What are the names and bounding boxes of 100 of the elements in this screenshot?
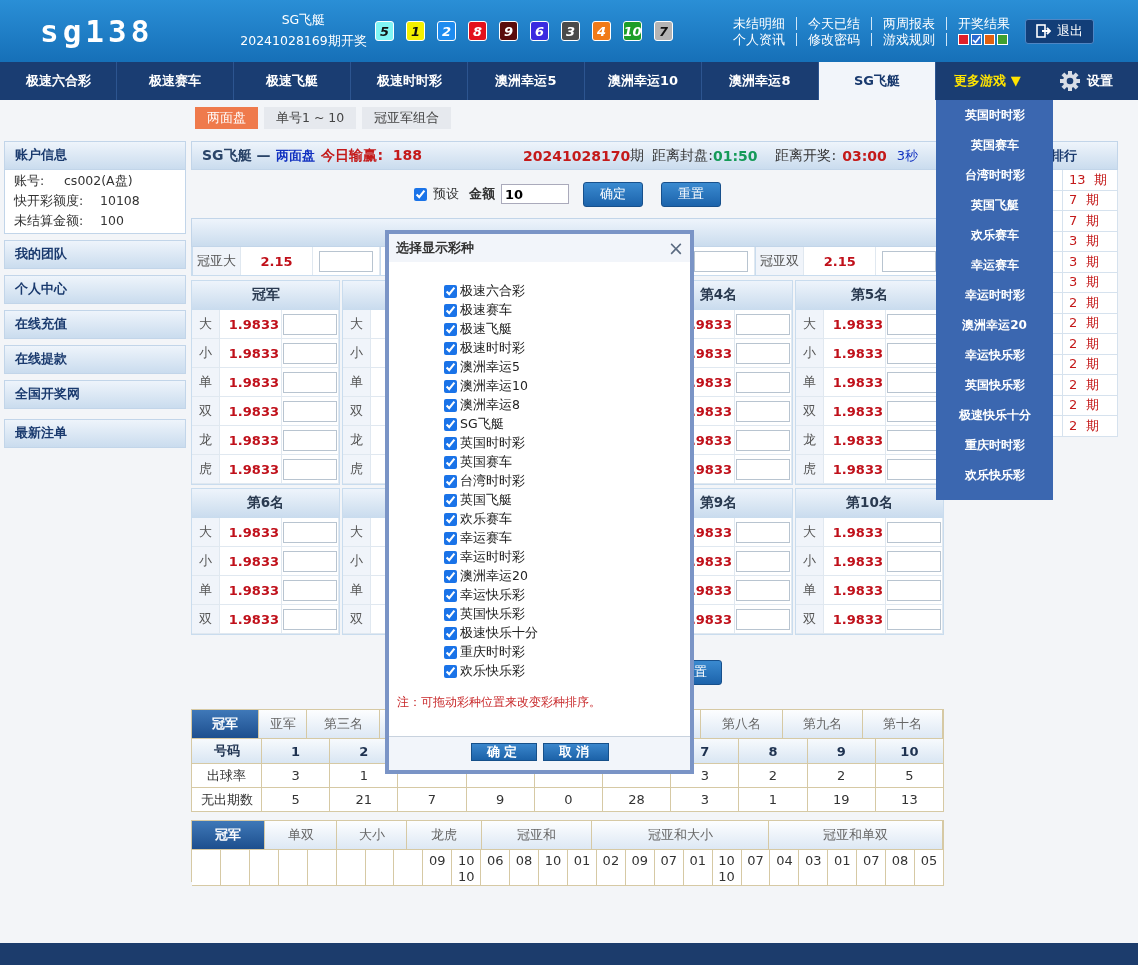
sidebar-item[interactable]: 全国开奖网: [4, 380, 186, 409]
bet-input[interactable]: [283, 313, 337, 335]
nav-tab[interactable]: 极速赛车: [117, 62, 234, 100]
theme-swatch[interactable]: [971, 33, 982, 45]
menu-item[interactable]: 欢乐赛车: [936, 220, 1053, 250]
nav-tab[interactable]: 澳洲幸运5: [468, 62, 585, 100]
bet-input[interactable]: [283, 550, 337, 572]
checkbox[interactable]: [444, 342, 457, 355]
logout-button[interactable]: 退出: [1025, 18, 1094, 44]
market-tab[interactable]: 单号1 ~ 10: [264, 107, 357, 129]
theme-swatch[interactable]: [958, 33, 969, 45]
bet-input[interactable]: [283, 579, 337, 601]
bet-input[interactable]: [736, 429, 790, 451]
checkbox[interactable]: [444, 532, 457, 545]
menu-item[interactable]: 澳洲幸运20: [936, 310, 1053, 340]
checkbox[interactable]: [444, 646, 457, 659]
stat-tab[interactable]: 亚军: [259, 710, 307, 738]
checkbox[interactable]: [444, 304, 457, 317]
checkbox[interactable]: [444, 418, 457, 431]
checkbox[interactable]: [444, 608, 457, 621]
checkbox[interactable]: [444, 665, 457, 678]
theme-swatch[interactable]: [997, 33, 1008, 45]
bet-input[interactable]: [736, 579, 790, 601]
bet-input[interactable]: [736, 371, 790, 393]
settings-button[interactable]: 设置: [1039, 62, 1113, 100]
bet-input[interactable]: [887, 579, 941, 601]
nav-tab[interactable]: SG飞艇: [819, 62, 936, 100]
checkbox[interactable]: [444, 513, 457, 526]
preset-checkbox[interactable]: [414, 187, 427, 201]
menu-item[interactable]: 欢乐快乐彩: [936, 460, 1053, 490]
bet-input[interactable]: [887, 550, 941, 572]
header-link[interactable]: 游戏规则: [871, 32, 946, 46]
header-link[interactable]: 今天已结: [796, 16, 871, 30]
action-button[interactable]: 重置: [661, 181, 721, 207]
sidebar-item[interactable]: 个人中心: [4, 275, 186, 304]
amount-field[interactable]: 10: [501, 184, 569, 204]
checkbox[interactable]: [444, 475, 457, 488]
bet-input[interactable]: [736, 608, 790, 630]
menu-item[interactable]: 极速快乐十分: [936, 400, 1053, 430]
header-link[interactable]: 未结明细: [733, 16, 796, 30]
close-button[interactable]: ×: [668, 238, 684, 258]
stat-tab[interactable]: 冠亚和大小: [592, 821, 769, 849]
sidebar-item[interactable]: 我的团队: [4, 240, 186, 269]
nav-tab[interactable]: 极速六合彩: [0, 62, 117, 100]
stat-tab[interactable]: 冠军: [192, 710, 259, 738]
sidebar-item[interactable]: 在线提款: [4, 345, 186, 374]
bet-input[interactable]: [283, 429, 337, 451]
stat-tab[interactable]: 冠亚和单双: [769, 821, 943, 849]
menu-item[interactable]: 英国时时彩: [936, 100, 1053, 130]
bet-input[interactable]: [283, 371, 337, 393]
checkbox[interactable]: [444, 589, 457, 602]
bet-input[interactable]: [694, 250, 749, 272]
stat-tab[interactable]: 第三名: [307, 710, 380, 738]
checkbox[interactable]: [444, 285, 457, 298]
checkbox[interactable]: [444, 361, 457, 374]
sidebar-item[interactable]: 最新注单: [4, 419, 186, 448]
bet-input[interactable]: [882, 250, 937, 272]
stat-tab[interactable]: 冠亚和: [482, 821, 592, 849]
bet-input[interactable]: [318, 250, 373, 272]
checkbox[interactable]: [444, 627, 457, 640]
menu-item[interactable]: 英国快乐彩: [936, 370, 1053, 400]
header-link[interactable]: 开奖结果: [946, 16, 1021, 30]
bet-input[interactable]: [887, 521, 941, 543]
bet-input[interactable]: [736, 521, 790, 543]
stat-tab[interactable]: 单双: [265, 821, 337, 849]
bet-input[interactable]: [283, 342, 337, 364]
action-button[interactable]: 确定: [583, 181, 643, 207]
menu-item[interactable]: 幸运快乐彩: [936, 340, 1053, 370]
stat-tab[interactable]: 龙虎: [407, 821, 482, 849]
checkbox[interactable]: [444, 437, 457, 450]
header-link[interactable]: 两周报表: [871, 16, 946, 30]
site-logo[interactable]: sg138: [40, 13, 236, 49]
bet-input[interactable]: [887, 608, 941, 630]
header-link[interactable]: 修改密码: [796, 32, 871, 46]
menu-item[interactable]: 幸运赛车: [936, 250, 1053, 280]
bet-input[interactable]: [283, 400, 337, 422]
stat-tab[interactable]: 第八名: [701, 710, 783, 738]
bet-input[interactable]: [283, 608, 337, 630]
bet-input[interactable]: [283, 521, 337, 543]
header-link[interactable]: 个人资讯: [733, 32, 796, 46]
dialog-button[interactable]: 确定: [470, 743, 537, 761]
stat-tab[interactable]: 大小: [337, 821, 407, 849]
theme-swatch[interactable]: [984, 33, 995, 45]
checkbox[interactable]: [444, 551, 457, 564]
bet-input[interactable]: [736, 400, 790, 422]
checkbox[interactable]: [444, 456, 457, 469]
nav-tab[interactable]: 极速时时彩: [351, 62, 468, 100]
bet-input[interactable]: [736, 342, 790, 364]
stat-tab[interactable]: 冠军: [192, 821, 265, 849]
bet-input[interactable]: [736, 550, 790, 572]
nav-tab[interactable]: 澳洲幸运10: [585, 62, 702, 100]
checkbox[interactable]: [444, 399, 457, 412]
menu-item[interactable]: 英国飞艇: [936, 190, 1053, 220]
checkbox[interactable]: [444, 323, 457, 336]
checkbox[interactable]: [444, 494, 457, 507]
bet-input[interactable]: [736, 313, 790, 335]
stat-tab[interactable]: 第十名: [863, 710, 943, 738]
market-tab[interactable]: 冠亚军组合: [362, 107, 452, 129]
bet-input[interactable]: [736, 458, 790, 480]
checkbox[interactable]: [444, 570, 457, 583]
